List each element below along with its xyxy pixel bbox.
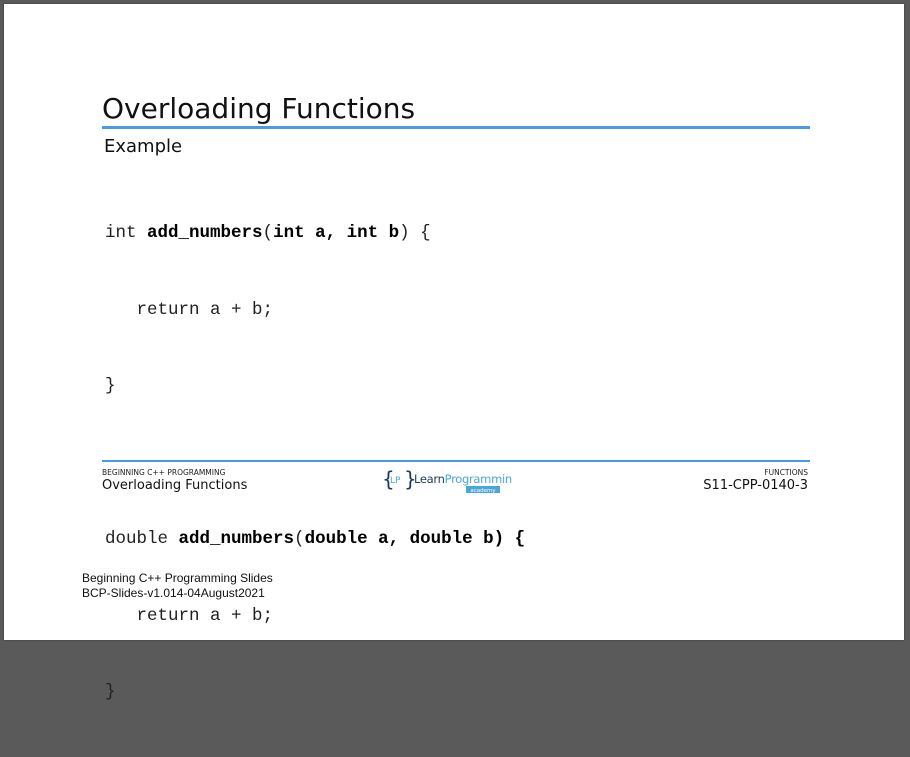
code-line: return a + b; bbox=[105, 299, 274, 320]
code-keyword: int bbox=[105, 223, 148, 243]
code-block: int add_numbers(int a, int b) { return a… bbox=[105, 170, 525, 757]
document-note-version: BCP-Slides-v1.014-04August2021 bbox=[82, 586, 265, 600]
code-paren: ( bbox=[294, 529, 305, 549]
code-function-name: add_numbers bbox=[178, 529, 295, 549]
code-line: int add_numbers(int a, int b) { bbox=[105, 221, 525, 247]
slide-subtitle: Example bbox=[104, 136, 183, 157]
logo-tagline: academy bbox=[470, 488, 496, 494]
footer-divider bbox=[102, 460, 810, 462]
learnprogramming-logo: { LP } LearnProgramming academy bbox=[382, 467, 512, 494]
code-function-name: add_numbers bbox=[147, 223, 263, 243]
footer-course-label: BEGINNING C++ PROGRAMMING bbox=[102, 468, 226, 477]
code-paren: ( bbox=[262, 223, 274, 243]
footer-slide-name: Overloading Functions bbox=[102, 478, 248, 493]
code-paren: ) { bbox=[399, 223, 431, 243]
code-line: double add_numbers(double a, double b) { bbox=[105, 527, 525, 553]
slide-title: Overloading Functions bbox=[102, 92, 416, 125]
document-note-title: Beginning C++ Programming Slides bbox=[82, 571, 273, 585]
code-line: } bbox=[105, 376, 116, 396]
logo-text-learn: Learn bbox=[414, 472, 445, 486]
document-note: Beginning C++ Programming Slides BCP-Sli… bbox=[82, 571, 273, 601]
svg-text:LearnProgramming: LearnProgramming bbox=[414, 472, 512, 486]
logo-text-programming: Programming bbox=[445, 472, 512, 486]
slide-page: Overloading Functions Example int add_nu… bbox=[4, 4, 904, 702]
code-line: } bbox=[105, 682, 116, 702]
title-divider bbox=[102, 126, 810, 129]
footer-slide-code: S11-CPP-0140-3 bbox=[703, 478, 808, 493]
code-params: double a, double b) { bbox=[304, 529, 526, 549]
logo-monogram: LP bbox=[390, 476, 401, 486]
code-keyword: double bbox=[105, 529, 179, 549]
footer-section-label: FUNCTIONS bbox=[764, 468, 808, 477]
code-params: int a, int b bbox=[273, 223, 400, 243]
code-line: return a + b; bbox=[105, 605, 274, 626]
